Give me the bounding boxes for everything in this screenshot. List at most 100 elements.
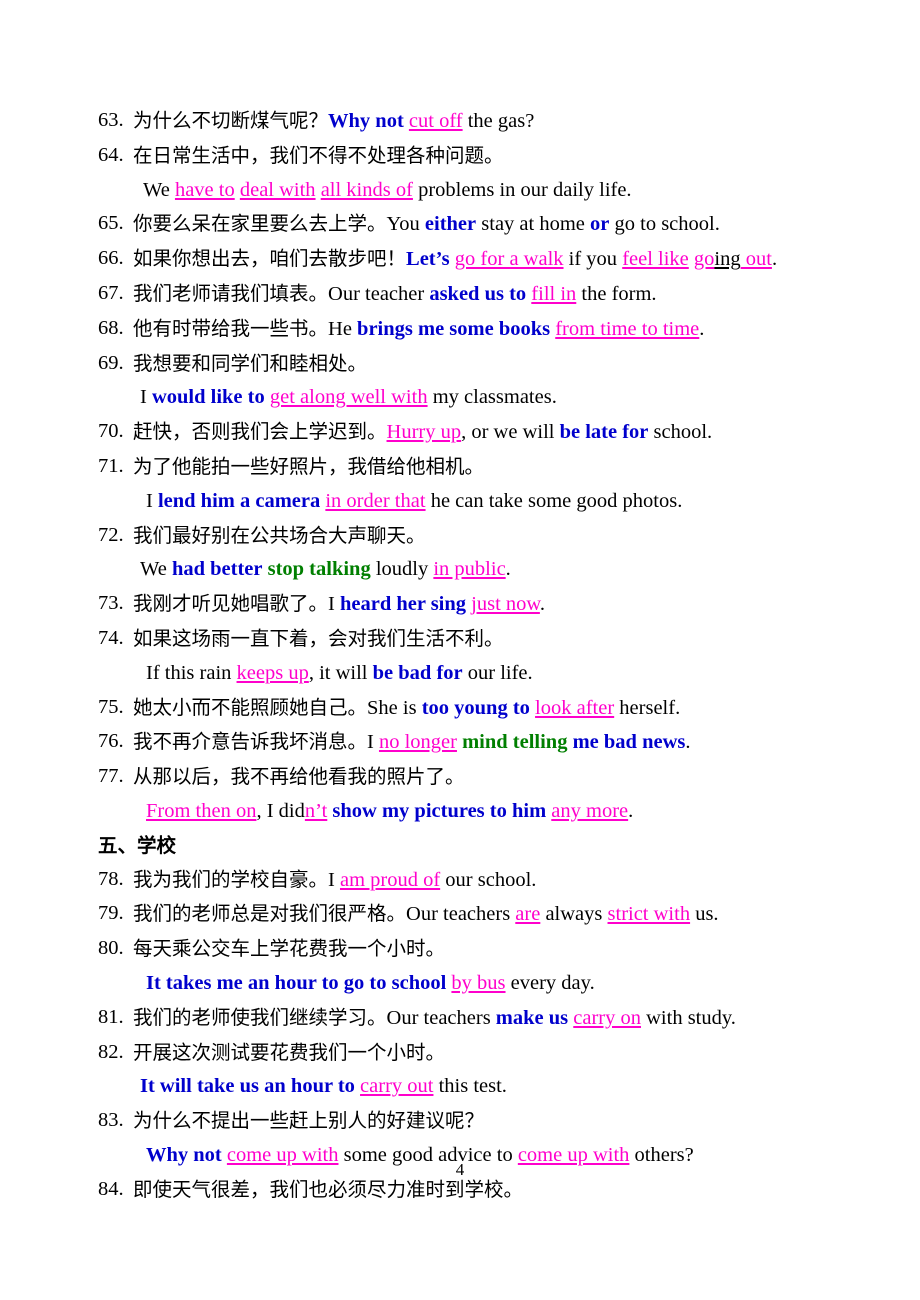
exercise-list: 63. 为什么不切断煤气呢？Why not cut off the gas? 64.… [98,104,838,1208]
item-77: 77. 从那以后，我不再给他看我的照片了。 [98,760,838,795]
item-number: 64. [98,143,124,166]
text-run: 她太小而不能照顾她自己。 [133,695,368,719]
text-run: . [628,799,634,822]
text-run: feel like [622,248,689,271]
item-number: 69. [98,351,124,374]
text-run: Our teachers [406,903,516,926]
text-run: with study. [641,1006,736,1029]
page-number: 4 [455,1160,465,1179]
text-run: 开展这次测试要花费我们一个小时。 [133,1040,446,1064]
text-run: the form. [576,282,657,305]
item-75: 75. 她太小而不能照顾她自己。She is too young to look … [98,691,838,726]
text-run: . [505,558,511,581]
text-run: brings me some books [357,317,551,340]
item-65: 65. 你要么呆在家里要么去上学。You either stay at home … [98,207,838,242]
item-number: 71. [98,454,124,477]
text-run: have to [174,178,235,201]
item-72: 72. 我们最好别在公共场合大声聊天。 [98,519,838,554]
item-71-answer: I lend him a camera in order that he can… [98,485,838,519]
text-run: 为了他能拍一些好照片，我借给他相机。 [133,454,485,478]
text-run: heard her sing [339,593,467,616]
item-69: 69. 我想要和同学们和睦相处。 [98,347,838,382]
text-run: every day. [505,971,595,994]
text-run: I [328,593,340,616]
text-run: carry out [360,1075,434,1098]
text-run: If this rain [146,661,237,684]
item-68: 68. 他有时带给我一些书。He brings me some books fro… [98,312,838,347]
text-run: me bad news [572,731,686,754]
text-run: all kinds of [320,178,413,201]
text-run: 我不再介意告诉我坏消息。 [133,730,368,754]
item-74-answer: If this rain keeps up, it will be bad fo… [98,657,838,691]
text-run: Our teacher [328,282,430,305]
text-run: us. [690,903,719,926]
text-run: loudly [370,558,434,581]
text-run: go to school. [609,213,720,236]
text-run: any more [551,799,629,822]
item-number: 81. [98,1005,124,1028]
text-run: or [590,213,610,236]
item-70: 70. 赶快，否则我们会上学迟到。Hurry up, or we will be … [98,415,838,450]
text-run: . [771,248,778,271]
text-run: keeps up [236,661,309,684]
text-run: We [143,178,175,201]
item-73: 73. 我刚才听见她唱歌了。I heard her sing just now. [98,587,838,622]
text-run: had better [171,558,263,581]
text-run: by bus [451,971,506,994]
text-run: Hurry up [386,421,462,444]
text-run: in order that [325,489,426,512]
section-five-school: 五、学校 [98,829,838,863]
text-run: stop talking [267,558,371,581]
text-run: 他有时带给我一些书。 [133,316,329,340]
item-number: 76. [98,730,124,753]
item-63: 63. 为什么不切断煤气呢？Why not cut off the gas? [98,104,838,139]
item-number: 68. [98,316,124,339]
item-83: 83. 为什么不提出一些赶上别人的好建议呢？ [98,1104,838,1139]
item-number: 83. [98,1109,124,1132]
text-run: mind telling [462,731,568,754]
item-number: 74. [98,626,124,649]
item-80-answer: It takes me an hour to go to school by b… [98,967,838,1001]
text-run: Our teachers [386,1006,496,1029]
item-80: 80. 每天乘公交车上学花费我一个小时。 [98,932,838,967]
text-run: Let’s [406,248,455,271]
text-run: get along well with [269,386,428,409]
item-number: 73. [98,592,124,615]
text-run: ing [714,248,741,271]
text-run: It takes me an hour to go to school [146,971,447,994]
item-67: 67. 我们老师请我们填表。Our teacher asked us to fil… [98,277,838,312]
text-run: this test. [433,1075,507,1098]
text-run: , I did [256,799,305,822]
item-82-answer: It will take us an hour to carry out thi… [98,1070,838,1104]
text-run: We [140,558,172,581]
item-82: 82. 开展这次测试要花费我们一个小时。 [98,1036,838,1071]
text-run: be bad for [372,661,463,684]
text-run: 我为我们的学校自豪。 [133,867,329,891]
text-run: You [386,213,425,236]
text-run: either [424,213,477,236]
text-run: too young to [421,696,530,719]
text-run: 我们最好别在公共场合大声聊天。 [133,523,426,547]
item-number: 65. [98,212,124,235]
text-run: from time to time [555,317,700,340]
item-number: 79. [98,902,124,925]
text-run: 你要么呆在家里要么去上学。 [133,212,387,236]
text-run: She is [367,696,422,719]
text-run: in public [433,558,506,581]
item-64-answer: We have to deal with all kinds of proble… [98,174,838,208]
item-number: 78. [98,867,124,890]
item-number: 72. [98,523,124,546]
text-run: , it will [308,661,373,684]
text-run: 我们老师请我们填表。 [133,281,329,305]
text-run: Why not [328,110,409,132]
item-76: 76. 我不再介意告诉我坏消息。I no longer mind telling … [98,725,838,760]
text-run: our life. [462,661,533,684]
item-79: 79. 我们的老师总是对我们很严格。Our teachers are always… [98,897,838,932]
item-number: 75. [98,695,124,718]
text-run: 从那以后，我不再给他看我的照片了。 [133,765,465,789]
text-run: 每天乘公交车上学花费我一个小时。 [133,937,446,961]
text-run: 为什么不切断煤气呢？ [133,109,329,132]
text-run: 如果你想出去，咱们去散步吧！ [133,247,407,271]
text-run: are [515,903,541,926]
text-run: stay at home [476,213,591,236]
